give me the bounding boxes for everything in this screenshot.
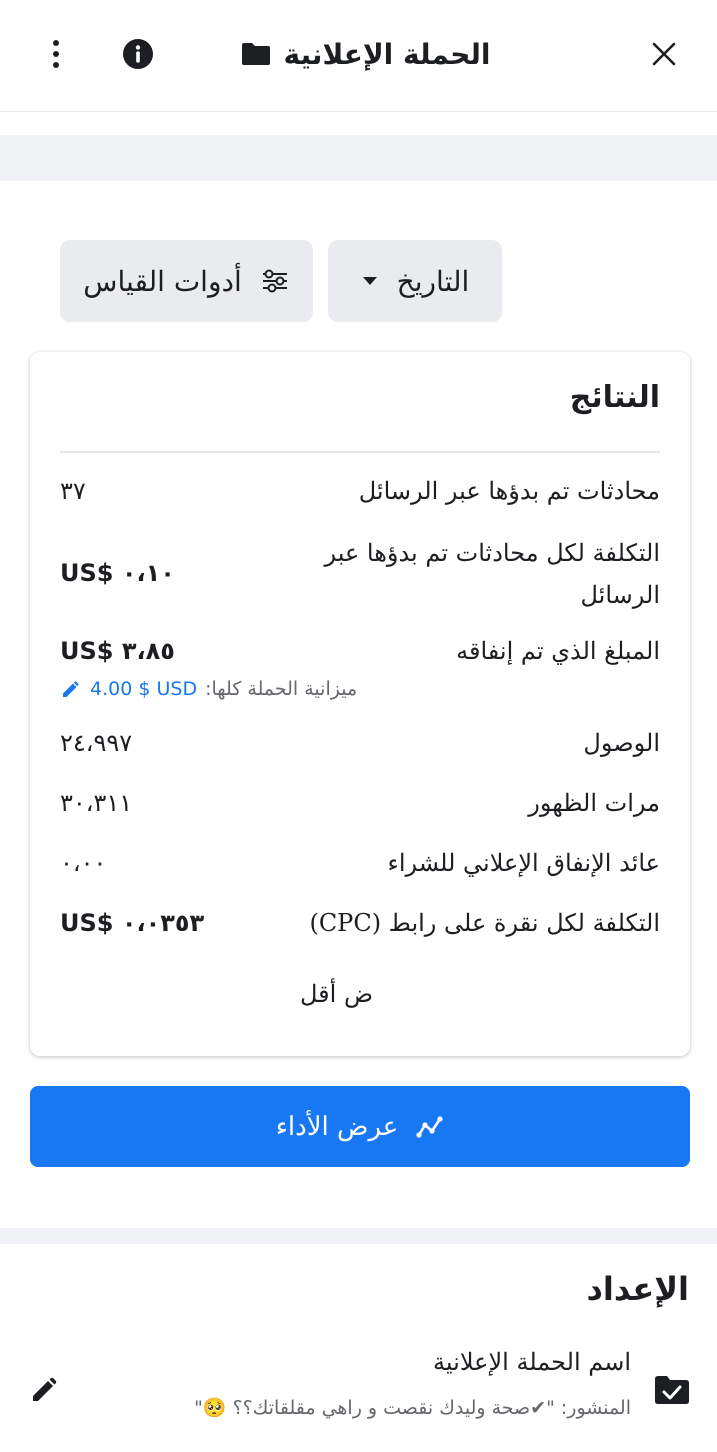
campaign-icon [650,1368,694,1412]
header-bar: الحملة الإعلانية [0,0,717,112]
divider [60,451,660,453]
metrics-label: أدوات القياس [83,264,242,298]
folder-check-icon [655,1376,689,1404]
view-performance-button[interactable]: عرض الأداء [30,1086,690,1167]
page-title: الحملة الإعلانية [283,37,491,71]
metric-label: التكلفة لكل نقرة على رابط (CPC) [309,909,660,937]
post-text: المنشور: "✔صحة وليدك نقصت و راهي مقلقاتك… [194,1397,631,1419]
metrics-button[interactable]: أدوات القياس [60,240,313,322]
header-title-group: الحملة الإعلانية [200,30,530,78]
date-filter-button[interactable]: التاريخ [328,240,502,322]
metric-label: المبلغ الذي تم إنفاقه [456,637,660,665]
more-vert-icon [53,40,59,68]
show-less-link[interactable]: ض أقل [300,980,373,1008]
metric-label: مرات الظهور [528,789,660,817]
metric-label: الوصول [583,729,660,757]
metric-value: ٣٠،٣١١ [60,789,133,817]
metric-value: US$ ٠،٠٣٥٣ [60,909,205,937]
section-divider [0,135,717,181]
results-card: النتائج محادثات تم بدؤها عبر الرسائل ٣٧ … [30,352,690,1056]
pencil-icon [33,1377,57,1401]
more-options-button[interactable] [34,32,78,76]
results-title: النتائج [569,380,660,415]
close-button[interactable] [640,30,688,78]
folder-icon [241,43,270,65]
info-button[interactable] [116,32,160,76]
metric-value: ٠،٠٠ [60,849,107,877]
metric-label: محادثات تم بدؤها عبر الرسائل [358,477,660,505]
view-performance-label: عرض الأداء [275,1111,399,1142]
date-filter-label: التاريخ [396,264,470,298]
sliders-icon [262,269,287,293]
section-divider [0,1228,717,1244]
metric-value: US$ ٣،٨٥ [60,637,175,665]
info-icon [123,39,153,69]
pencil-icon[interactable] [60,678,82,700]
metric-value: ٢٤،٩٩٧ [60,729,133,757]
metric-value: US$ ٠،١٠ [60,559,175,587]
edit-campaign-button[interactable] [20,1364,70,1414]
metric-label: التكلفة لكل محادثات تم بدؤها عبر الرسائل [324,539,660,609]
budget-row[interactable]: ميزانية الحملة كلها: 4.00 $ USD [60,674,390,704]
setup-title: الإعداد [586,1270,689,1308]
budget-amount[interactable]: 4.00 $ USD [90,678,197,700]
close-icon [652,42,676,66]
campaign-name-label: اسم الحملة الإعلانية [433,1348,631,1376]
budget-label: ميزانية الحملة كلها: [205,678,358,700]
metric-label: عائد الإنفاق الإعلاني للشراء [387,849,660,877]
campaign-name-row[interactable]: اسم الحملة الإعلانية المنشور: "✔صحة وليد… [0,1320,717,1452]
caret-down-icon [362,277,377,285]
metric-value: ٣٧ [60,477,86,505]
chart-icon [416,1115,443,1138]
